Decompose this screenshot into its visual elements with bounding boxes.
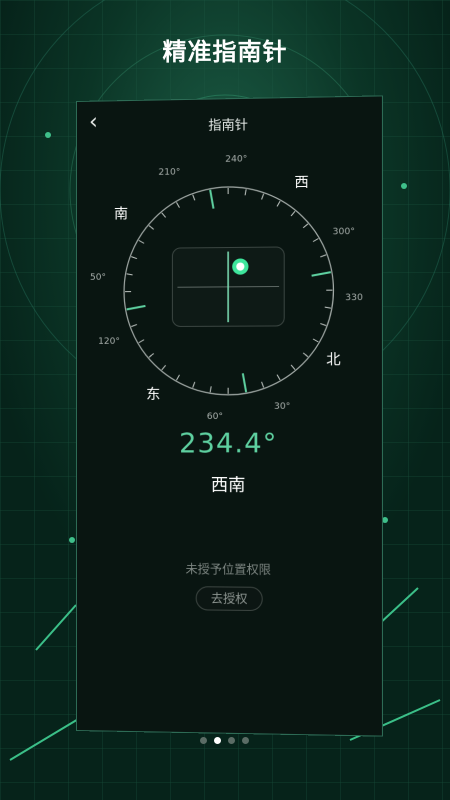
minor-tick (176, 375, 179, 380)
minor-tick (138, 239, 144, 243)
minor-tick (277, 375, 280, 380)
minor-tick (149, 353, 154, 357)
authorize-button[interactable]: 去授权 (195, 586, 263, 612)
minor-tick (162, 365, 166, 370)
minor-tick (162, 213, 166, 218)
cardinal-south: 南 (114, 206, 128, 222)
minor-tick (262, 382, 264, 388)
phone-mockup: ‹ 指南针 240° 210° 300° 330 120° 50° 60° 30… (76, 95, 383, 737)
app-title: 指南针 (208, 118, 248, 134)
minor-tick (149, 226, 154, 230)
minor-tick (320, 255, 326, 257)
pager-dots (200, 729, 256, 744)
degree-label: 210° (158, 167, 180, 177)
minor-tick (303, 353, 308, 357)
minor-tick (245, 189, 246, 195)
pager-dot[interactable] (214, 737, 221, 744)
pager-dot[interactable] (228, 737, 235, 744)
minor-tick (193, 382, 195, 388)
degree-label: 300° (333, 227, 355, 237)
minor-tick (176, 202, 179, 207)
pager-dot[interactable] (242, 737, 249, 744)
degree-label: 30° (274, 402, 290, 412)
degree-label: 60° (207, 412, 223, 422)
cardinal-east: 东 (146, 387, 160, 403)
heading-degrees: 234.4° (179, 428, 278, 460)
minor-tick (193, 195, 195, 201)
heading-direction: 西南 (210, 475, 246, 496)
cardinal-north: 北 (326, 352, 340, 368)
minor-tick (291, 211, 295, 216)
minor-tick (126, 272, 133, 275)
minor-tick (139, 340, 144, 343)
minor-tick (130, 255, 137, 259)
degree-label: 330 (345, 293, 363, 303)
permission-message: 未授予位置权限 (185, 561, 271, 577)
minor-tick (313, 339, 318, 342)
minor-tick (291, 365, 295, 370)
minor-tick (320, 324, 326, 326)
major-tick (312, 272, 331, 276)
cardinal-west: 西 (294, 175, 308, 191)
minor-tick (131, 325, 137, 327)
degree-label: 240° (225, 154, 247, 164)
degree-label: 50° (90, 273, 106, 283)
degree-label: 120° (98, 337, 120, 347)
minor-tick (262, 194, 264, 200)
minor-tick (277, 201, 280, 206)
minor-tick (210, 386, 211, 392)
pager-dot[interactable] (200, 737, 207, 744)
banner-title: 精准指南针 (162, 38, 288, 66)
major-tick (210, 190, 213, 209)
status-dot-center (236, 262, 245, 271)
minor-tick (313, 239, 318, 242)
major-tick (243, 373, 246, 392)
minor-tick (325, 307, 331, 308)
major-tick (127, 306, 146, 309)
minor-tick (303, 224, 308, 228)
